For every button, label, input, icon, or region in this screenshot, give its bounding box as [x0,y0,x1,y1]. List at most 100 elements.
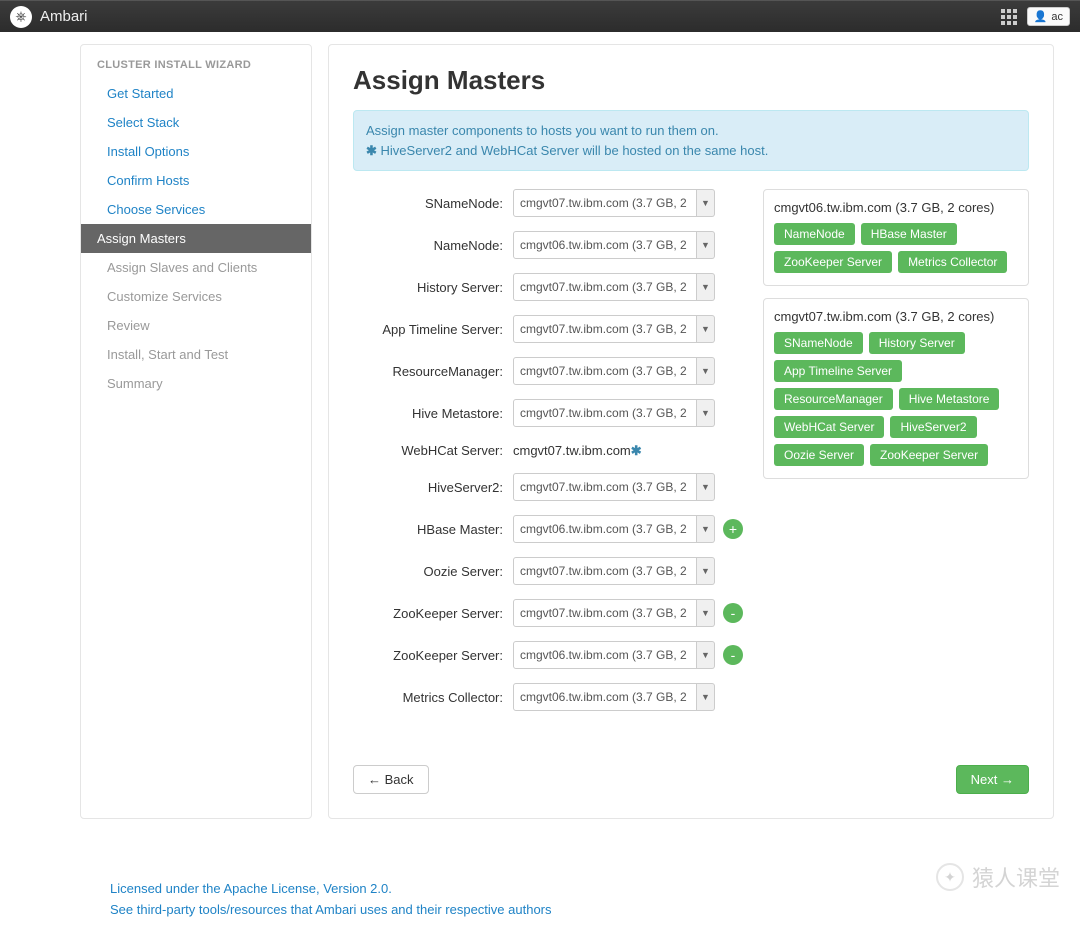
component-badge: HBase Master [861,223,957,245]
assignment-label: Oozie Server: [353,564,513,579]
sidebar-item[interactable]: Assign Slaves and Clients [81,253,311,282]
host-select[interactable]: cmgvt06.tw.ibm.com (3.7 GB, 2 [513,641,697,669]
sidebar-item[interactable]: Customize Services [81,282,311,311]
assignment-row: ZooKeeper Server:cmgvt06.tw.ibm.com (3.7… [353,641,743,669]
apps-grid-icon[interactable] [1001,9,1017,25]
assignment-row: HiveServer2:cmgvt07.tw.ibm.com (3.7 GB, … [353,473,743,501]
user-icon: 👤 [1034,10,1048,23]
chevron-down-icon[interactable]: ▼ [697,557,715,585]
sidebar-item[interactable]: Confirm Hosts [81,166,311,195]
page-footer: Licensed under the Apache License, Versi… [0,839,1080,941]
component-badge: Oozie Server [774,444,864,466]
assignment-row: WebHCat Server:cmgvt07.tw.ibm.com✱ [353,441,743,459]
same-host-star-icon: ✱ [631,443,642,458]
navbar-right: 👤 ac [1001,7,1070,26]
back-button[interactable]: ← Back [353,765,429,794]
host-panel-title: cmgvt06.tw.ibm.com (3.7 GB, 2 cores) [774,200,1018,215]
component-badge: SNameNode [774,332,863,354]
host-select[interactable]: cmgvt06.tw.ibm.com (3.7 GB, 2 [513,683,697,711]
info-alert: Assign master components to hosts you wa… [353,110,1029,171]
assignment-label: ZooKeeper Server: [353,606,513,621]
host-select[interactable]: cmgvt07.tw.ibm.com (3.7 GB, 2 [513,473,697,501]
chevron-down-icon[interactable]: ▼ [697,473,715,501]
chevron-down-icon[interactable]: ▼ [697,231,715,259]
host-select[interactable]: cmgvt06.tw.ibm.com (3.7 GB, 2 [513,515,697,543]
assignment-static-host: cmgvt07.tw.ibm.com✱ [513,441,642,459]
component-badge: HiveServer2 [890,416,976,438]
chevron-down-icon[interactable]: ▼ [697,357,715,385]
license-link[interactable]: Licensed under the Apache License, Versi… [110,879,1080,900]
hosts-summary: cmgvt06.tw.ibm.com (3.7 GB, 2 cores) Name… [763,189,1029,725]
brand-title: Ambari [40,8,88,25]
assign-grid: SNameNode:cmgvt07.tw.ibm.com (3.7 GB, 2▼… [353,189,1029,725]
assignment-row: App Timeline Server:cmgvt07.tw.ibm.com (… [353,315,743,343]
assignment-row: ResourceManager:cmgvt07.tw.ibm.com (3.7 … [353,357,743,385]
remove-instance-button[interactable]: - [723,645,743,665]
assignment-label: Hive Metastore: [353,406,513,421]
sidebar-item[interactable]: Install, Start and Test [81,340,311,369]
sidebar-title: CLUSTER INSTALL WIZARD [81,59,311,79]
component-badge: WebHCat Server [774,416,884,438]
assignment-row: ZooKeeper Server:cmgvt07.tw.ibm.com (3.7… [353,599,743,627]
component-badge: ResourceManager [774,388,893,410]
chevron-down-icon[interactable]: ▼ [697,273,715,301]
component-badge: Hive Metastore [899,388,1000,410]
alert-line1: Assign master components to hosts you wa… [366,121,1016,141]
component-badge: Metrics Collector [898,251,1007,273]
host-select[interactable]: cmgvt07.tw.ibm.com (3.7 GB, 2 [513,315,697,343]
sidebar-item[interactable]: Install Options [81,137,311,166]
host-select[interactable]: cmgvt07.tw.ibm.com (3.7 GB, 2 [513,399,697,427]
component-badge: NameNode [774,223,855,245]
host-panel-title: cmgvt07.tw.ibm.com (3.7 GB, 2 cores) [774,309,1018,324]
chevron-down-icon[interactable]: ▼ [697,683,715,711]
host-panel: cmgvt07.tw.ibm.com (3.7 GB, 2 cores) SNam… [763,298,1029,479]
user-menu-button[interactable]: 👤 ac [1027,7,1070,26]
chevron-down-icon[interactable]: ▼ [697,315,715,343]
assignment-label: HBase Master: [353,522,513,537]
assignment-label: ResourceManager: [353,364,513,379]
assignment-row: NameNode:cmgvt06.tw.ibm.com (3.7 GB, 2▼ [353,231,743,259]
user-label: ac [1051,11,1063,23]
assignment-label: ZooKeeper Server: [353,648,513,663]
chevron-down-icon[interactable]: ▼ [697,515,715,543]
chevron-down-icon[interactable]: ▼ [697,189,715,217]
sidebar-item[interactable]: Select Stack [81,108,311,137]
wizard-footer-buttons: ← Back Next → [353,765,1029,794]
host-select[interactable]: cmgvt07.tw.ibm.com (3.7 GB, 2 [513,273,697,301]
chevron-down-icon[interactable]: ▼ [697,641,715,669]
sidebar-item[interactable]: Summary [81,369,311,398]
assignment-row: History Server:cmgvt07.tw.ibm.com (3.7 G… [353,273,743,301]
wizard-container: CLUSTER INSTALL WIZARD Get StartedSelect… [0,32,1080,839]
assignment-label: App Timeline Server: [353,322,513,337]
sidebar-item[interactable]: Get Started [81,79,311,108]
assignment-row: Metrics Collector:cmgvt06.tw.ibm.com (3.… [353,683,743,711]
assignments-form: SNameNode:cmgvt07.tw.ibm.com (3.7 GB, 2▼… [353,189,743,725]
component-badge: App Timeline Server [774,360,902,382]
chevron-down-icon[interactable]: ▼ [697,599,715,627]
host-select[interactable]: cmgvt06.tw.ibm.com (3.7 GB, 2 [513,231,697,259]
top-navbar: ⎈ Ambari 👤 ac [0,0,1080,32]
assignment-row: SNameNode:cmgvt07.tw.ibm.com (3.7 GB, 2▼ [353,189,743,217]
sidebar-item[interactable]: Assign Masters [81,224,311,253]
assignment-row: Hive Metastore:cmgvt07.tw.ibm.com (3.7 G… [353,399,743,427]
sidebar-item[interactable]: Review [81,311,311,340]
host-panel: cmgvt06.tw.ibm.com (3.7 GB, 2 cores) Name… [763,189,1029,286]
remove-instance-button[interactable]: - [723,603,743,623]
component-badge: ZooKeeper Server [870,444,988,466]
thirdparty-link[interactable]: See third-party tools/resources that Amb… [110,900,1080,921]
page-title: Assign Masters [353,65,1029,96]
assignment-label: SNameNode: [353,196,513,211]
add-instance-button[interactable]: + [723,519,743,539]
main-panel: Assign Masters Assign master components … [328,44,1054,819]
sidebar-item[interactable]: Choose Services [81,195,311,224]
host-select[interactable]: cmgvt07.tw.ibm.com (3.7 GB, 2 [513,599,697,627]
next-button[interactable]: Next → [956,765,1029,794]
chevron-down-icon[interactable]: ▼ [697,399,715,427]
host-select[interactable]: cmgvt07.tw.ibm.com (3.7 GB, 2 [513,557,697,585]
component-badge: ZooKeeper Server [774,251,892,273]
ambari-logo-icon: ⎈ [10,6,32,28]
wizard-sidebar: CLUSTER INSTALL WIZARD Get StartedSelect… [80,44,312,819]
navbar-left: ⎈ Ambari [10,6,88,28]
host-select[interactable]: cmgvt07.tw.ibm.com (3.7 GB, 2 [513,189,697,217]
host-select[interactable]: cmgvt07.tw.ibm.com (3.7 GB, 2 [513,357,697,385]
